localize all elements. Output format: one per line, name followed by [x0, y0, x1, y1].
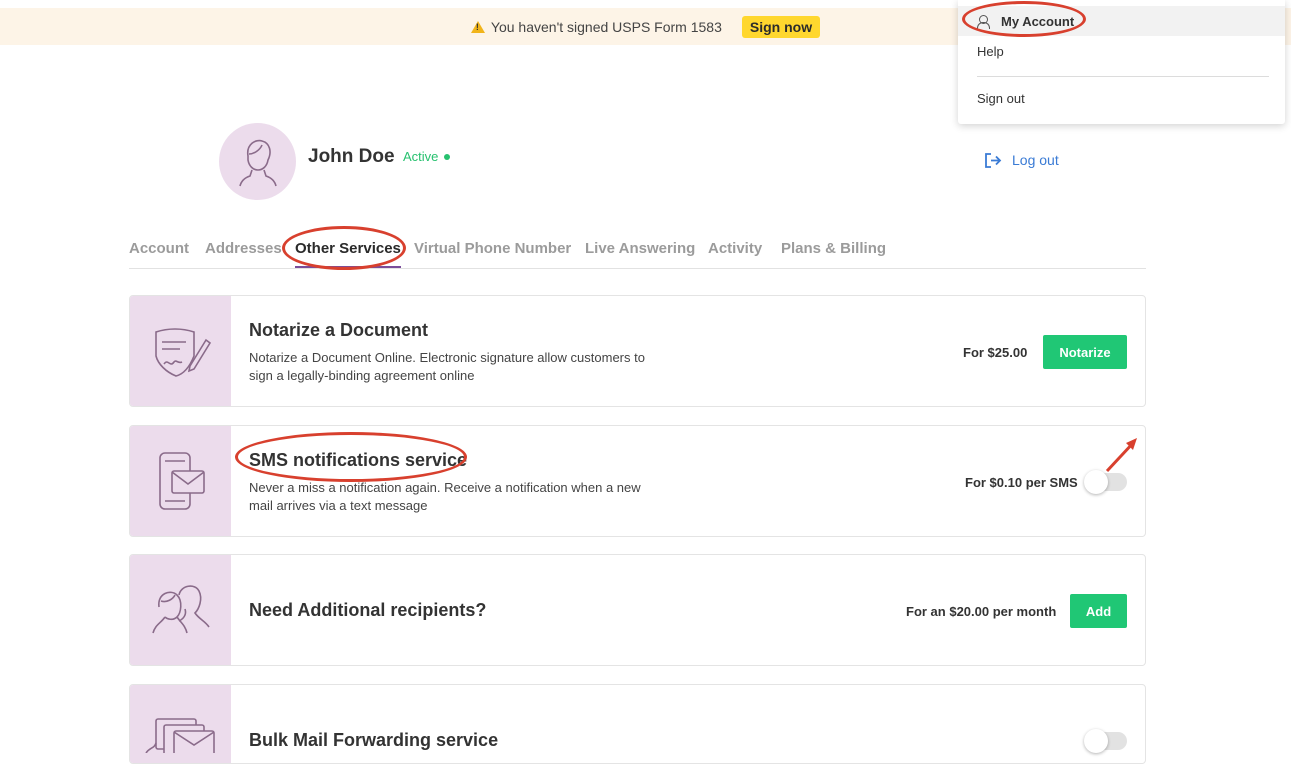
service-description: Notarize a Document Online. Electronic s… [249, 350, 645, 383]
logout-label: Log out [1012, 152, 1059, 168]
service-card-notarize: Notarize a Document Notarize a Document … [129, 295, 1146, 407]
service-price: For an $20.00 per month [906, 604, 1057, 619]
service-thumb [130, 426, 231, 536]
service-thumb [130, 555, 231, 665]
tab-activity[interactable]: Activity [708, 240, 762, 257]
user-name: John Doe [308, 146, 395, 167]
sign-now-button[interactable]: Sign now [741, 15, 821, 38]
tab-live-answering[interactable]: Live Answering [585, 240, 695, 257]
service-title: Bulk Mail Forwarding service [249, 730, 499, 750]
bulk-forwarding-toggle[interactable] [1084, 729, 1127, 753]
service-description: Never a miss a notification again. Recei… [249, 480, 641, 513]
status-badge: Active [403, 149, 451, 164]
annotation-ring-my-account [962, 1, 1086, 37]
annotation-ring-sms-service [235, 432, 467, 482]
menu-divider [977, 76, 1269, 77]
tab-plans-billing[interactable]: Plans & Billing [781, 240, 886, 257]
avatar-person-icon [238, 139, 277, 186]
envelopes-icon [144, 718, 215, 753]
warning-icon [470, 20, 485, 33]
status-label: Active [403, 149, 439, 164]
service-card-bulk-forwarding: Bulk Mail Forwarding service [129, 684, 1146, 764]
sms-toggle[interactable] [1084, 470, 1127, 494]
service-price: For $0.10 per SMS [965, 475, 1078, 490]
tab-addresses[interactable]: Addresses [205, 240, 282, 257]
logout-link[interactable]: Log out [985, 152, 1059, 168]
phone-mail-icon [158, 452, 205, 510]
service-title: Need Additional recipients? [249, 600, 487, 620]
add-recipients-button[interactable]: Add [1070, 594, 1127, 628]
status-dot-icon [444, 153, 451, 160]
logout-icon [985, 152, 1002, 168]
service-thumb [130, 685, 231, 763]
menu-item-help[interactable]: Help [958, 44, 1285, 64]
account-tabs: Account Addresses Other Services Virtual… [129, 238, 1146, 269]
tab-account[interactable]: Account [129, 240, 189, 257]
service-price: For $25.00 [963, 345, 1028, 360]
avatar [219, 123, 296, 200]
notarize-button[interactable]: Notarize [1043, 335, 1127, 369]
service-card-recipients: Need Additional recipients? For an $20.0… [129, 554, 1146, 666]
banner-message: You haven't signed USPS Form 1583 [490, 18, 722, 35]
service-thumb [130, 296, 231, 406]
toggle-knob [1084, 729, 1108, 753]
tab-virtual-phone-number[interactable]: Virtual Phone Number [414, 240, 571, 257]
document-sign-icon [154, 328, 211, 377]
annotation-ring-other-services [282, 226, 406, 270]
annotation-arrow-icon [1105, 438, 1137, 473]
people-icon [151, 585, 210, 634]
menu-item-sign-out[interactable]: Sign out [958, 91, 1285, 111]
service-title: Notarize a Document [249, 320, 429, 340]
